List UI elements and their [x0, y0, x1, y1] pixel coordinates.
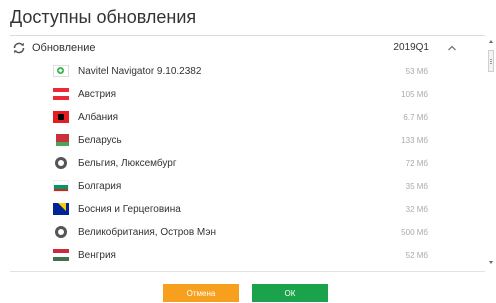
item-size: 35 Мб [405, 182, 428, 191]
dialog-title: Доступны обновления [10, 7, 197, 27]
list-item[interactable]: Болгария 35 Мб [10, 175, 486, 198]
albania-flag-icon [53, 111, 69, 123]
list-item[interactable]: Navitel Navigator 9.10.2382 53 Мб [10, 60, 486, 83]
scroll-up-arrow-icon[interactable] [489, 40, 493, 43]
item-size: 32 Мб [405, 205, 428, 214]
globe-flag-icon [53, 157, 69, 169]
item-name: Бельгия, Люксембург [78, 158, 177, 169]
update-list[interactable]: Обновление 2019Q1 Navitel Navigator 9.10… [10, 36, 486, 268]
navitel-logo-icon [53, 65, 69, 77]
cancel-button[interactable]: Отмена [163, 284, 239, 302]
bulgaria-flag-icon [53, 180, 69, 192]
item-size: 133 Мб [401, 136, 428, 145]
globe-flag-icon [53, 226, 69, 238]
item-size: 52 Мб [405, 251, 428, 260]
refresh-icon [13, 42, 25, 54]
item-name: Босния и Герцеговина [78, 204, 181, 215]
chevron-up-icon[interactable] [446, 42, 458, 54]
list-item[interactable]: Босния и Герцеговина 32 Мб [10, 198, 486, 221]
list-item[interactable]: Венгрия 52 Мб [10, 244, 486, 267]
item-name: Великобритания, Остров Мэн [78, 227, 216, 238]
group-label: Обновление [32, 42, 96, 54]
item-list: Navitel Navigator 9.10.2382 53 Мб Австрия 1… [10, 60, 486, 267]
group-header-update[interactable]: Обновление 2019Q1 [10, 36, 486, 60]
group-version: 2019Q1 [393, 42, 429, 53]
scrollbar[interactable] [487, 38, 495, 266]
scrollbar-thumb[interactable] [488, 50, 494, 72]
scroll-down-arrow-icon[interactable] [489, 261, 493, 264]
austria-flag-icon [53, 88, 69, 100]
list-item[interactable]: Австрия 105 Мб [10, 83, 486, 106]
bosnia-flag-icon [53, 203, 69, 215]
item-name: Австрия [78, 89, 117, 100]
item-name: Navitel Navigator 9.10.2382 [78, 66, 202, 77]
ok-button[interactable]: ОК [252, 284, 328, 302]
item-size: 6.7 Мб [403, 113, 428, 122]
item-size: 105 Мб [401, 90, 428, 99]
footer-divider [10, 271, 485, 272]
item-name: Беларусь [78, 135, 122, 146]
list-item[interactable]: Беларусь 133 Мб [10, 129, 486, 152]
item-name: Венгрия [78, 250, 116, 261]
item-size: 53 Мб [405, 67, 428, 76]
item-size: 72 Мб [405, 159, 428, 168]
hungary-flag-icon [53, 249, 69, 261]
item-name: Албания [78, 112, 119, 123]
list-item[interactable]: Албания 6.7 Мб [10, 106, 486, 129]
list-item[interactable]: Великобритания, Остров Мэн 500 Мб [10, 221, 486, 244]
belarus-flag-icon [53, 134, 69, 146]
list-item[interactable]: Бельгия, Люксембург 72 Мб [10, 152, 486, 175]
item-size: 500 Мб [401, 228, 428, 237]
item-name: Болгария [78, 181, 122, 192]
